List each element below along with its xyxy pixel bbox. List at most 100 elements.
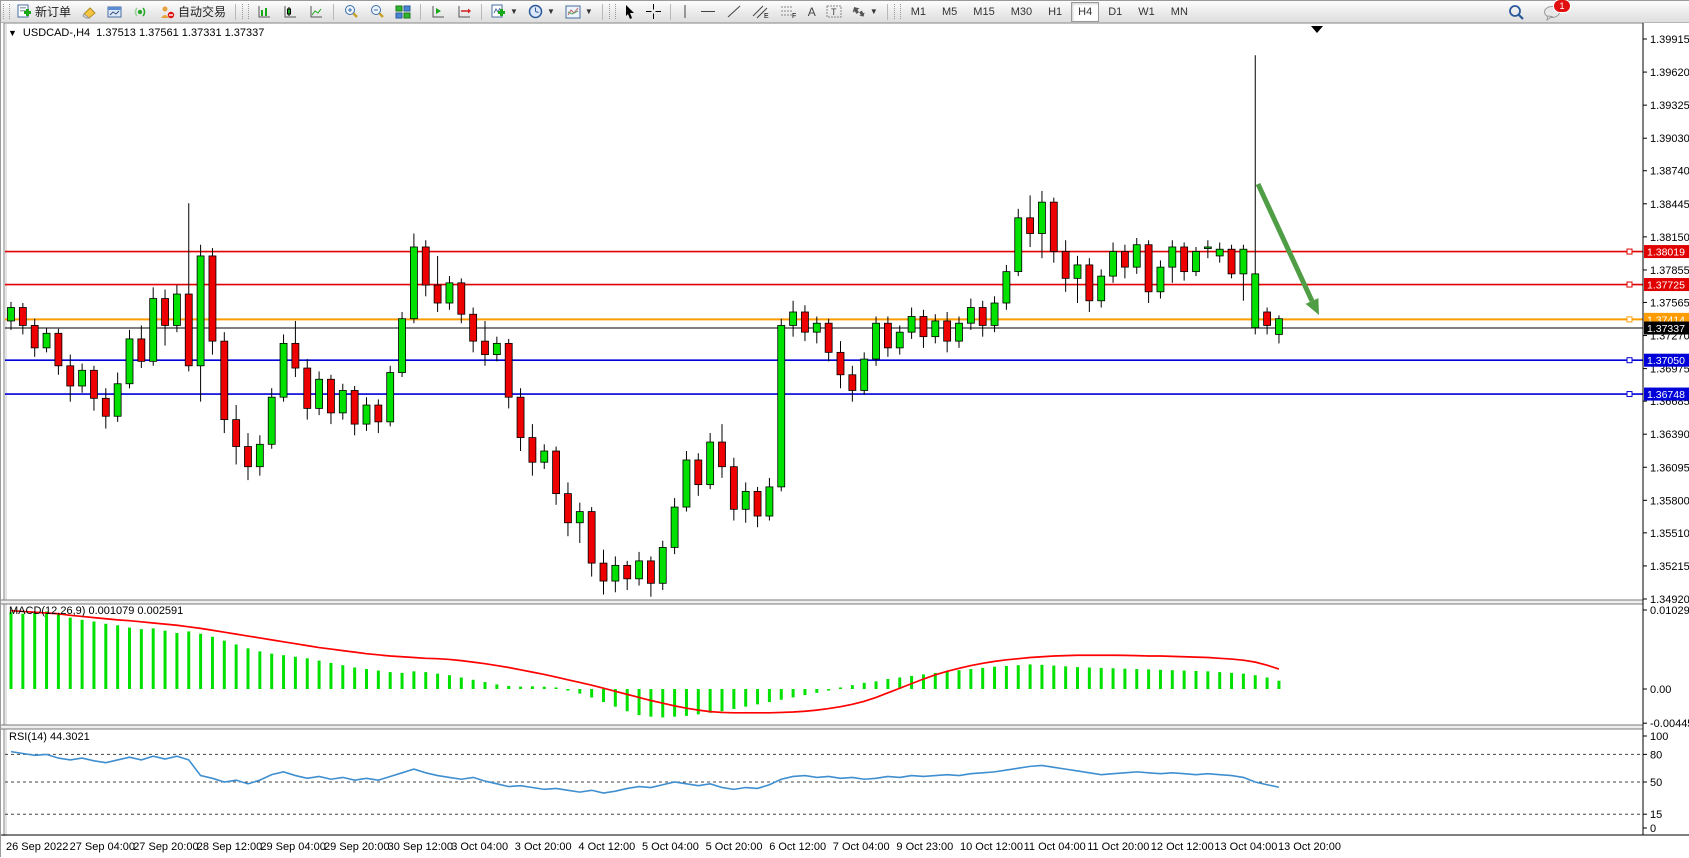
main-toolbar: 新订单 自动交易 [1, 1, 1689, 23]
search-button[interactable] [1503, 2, 1530, 23]
toolbar-grip[interactable] [609, 4, 616, 19]
candle-body [256, 444, 263, 466]
cursor-tool-button[interactable] [618, 1, 641, 22]
new-order-button[interactable]: 新订单 [12, 1, 76, 22]
horizontal-line-tool-button[interactable] [695, 1, 721, 22]
toolbar-grip[interactable] [894, 4, 901, 19]
cursor-icon [623, 4, 636, 19]
candle-body [801, 312, 808, 332]
indicators-button[interactable]: ▼ [486, 1, 523, 22]
symbol-ohlc-values: 1.37513 1.37561 1.37331 1.37337 [96, 27, 264, 39]
eraser-button[interactable] [76, 1, 102, 22]
auto-scroll-button[interactable] [451, 1, 477, 22]
candle-body [399, 319, 406, 373]
chart-template-button[interactable]: ▼ [560, 1, 598, 22]
tile-windows-button[interactable] [390, 1, 416, 22]
candle-body [292, 343, 299, 368]
text-tool-button[interactable]: A [803, 1, 821, 22]
zoom-in-button[interactable] [338, 1, 364, 22]
candle-body [671, 507, 678, 547]
line-handle [1627, 358, 1632, 363]
time-tick-label: 29 Sep 04:00 [260, 841, 325, 853]
symbol-name: USDCAD-,H4 [23, 27, 90, 39]
price-tick-label: 1.39620 [1650, 67, 1689, 79]
chart-canvas[interactable]: 1.399151.396201.393251.390301.387401.384… [1, 1, 1689, 858]
line-chart-button[interactable] [303, 1, 329, 22]
candle-body [339, 390, 346, 412]
timeframe-button-H4[interactable]: H4 [1071, 2, 1099, 22]
time-tick-label: 27 Sep 20:00 [133, 841, 198, 853]
timeframe-button-M1[interactable]: M1 [904, 2, 933, 22]
zoom-out-icon [369, 4, 385, 19]
symbol-dropdown-icon[interactable]: ▼ [8, 28, 17, 38]
label-tool-button[interactable]: T [821, 1, 847, 22]
timeframe-button-W1[interactable]: W1 [1131, 2, 1162, 22]
time-tick-label: 13 Oct 20:00 [1278, 841, 1341, 853]
candle-body [446, 283, 453, 303]
price-label-1.37337: 1.37337 [1647, 323, 1685, 335]
price-tick-label: 1.37565 [1650, 297, 1689, 309]
candle-body [588, 512, 595, 564]
chart-shift-button[interactable] [425, 1, 451, 22]
candle-body [375, 405, 382, 422]
candle-body [896, 332, 903, 348]
timeframe-button-H1[interactable]: H1 [1041, 2, 1069, 22]
candle-body [849, 375, 856, 391]
timeframe-button-M5[interactable]: M5 [935, 2, 964, 22]
search-icon [1508, 4, 1525, 21]
rsi-tick-label: 100 [1650, 731, 1668, 743]
arrows-tool-button[interactable]: ▼ [847, 1, 883, 22]
line-chart-icon [308, 5, 324, 19]
auto-trading-icon [159, 5, 175, 19]
new-order-icon [17, 4, 32, 19]
macd-tick-label: -0.004453 [1650, 718, 1689, 730]
timeframe-group: M1M5M15M30H1H4D1W1MN [903, 2, 1196, 22]
broadcast-icon [133, 5, 149, 19]
timeframe-button-D1[interactable]: D1 [1101, 2, 1129, 22]
auto-trading-button[interactable]: 自动交易 [154, 1, 231, 22]
timeframe-button-MN[interactable]: MN [1164, 2, 1195, 22]
broadcast-button[interactable] [128, 1, 154, 22]
time-tick-label: 11 Oct 04:00 [1024, 841, 1086, 853]
time-tick-label: 3 Oct 04:00 [451, 841, 508, 853]
vertical-line-tool-button[interactable] [675, 1, 695, 22]
crosshair-tool-button[interactable] [641, 1, 666, 22]
candle-body [493, 343, 500, 354]
time-tick-label: 28 Sep 12:00 [197, 841, 262, 853]
candle-body [327, 379, 334, 413]
candle-body [1169, 247, 1176, 267]
candlestick-chart-icon [282, 5, 298, 19]
candle-body [1003, 272, 1010, 303]
candle-body [434, 285, 441, 303]
pane-separator[interactable] [1, 600, 1689, 604]
candle-body [410, 247, 417, 319]
time-tick-label: 6 Oct 12:00 [769, 841, 826, 853]
tile-windows-icon [395, 5, 411, 19]
arrows-icon [852, 4, 866, 19]
zoom-in-icon [343, 4, 359, 19]
timeframe-button-M15[interactable]: M15 [966, 2, 1001, 22]
toolbar-grip[interactable] [3, 4, 10, 19]
candlestick-chart-button[interactable] [277, 1, 303, 22]
price-tick-label: 1.35215 [1650, 561, 1689, 573]
line-handle [1627, 392, 1632, 397]
candle-body [363, 405, 370, 424]
notifications-button[interactable]: 1 [1538, 2, 1566, 23]
candle-body [778, 325, 785, 486]
periods-button[interactable]: ▼ [523, 1, 560, 22]
candle-body [861, 359, 868, 390]
trendline-tool-button[interactable] [721, 1, 747, 22]
pane-separator[interactable] [1, 725, 1689, 729]
candle-body [719, 442, 726, 467]
toolbar-right-icons: 1 [1503, 2, 1566, 23]
channel-tool-button[interactable]: E [747, 1, 775, 22]
toolbar-grip[interactable] [242, 4, 249, 19]
time-tick-label: 3 Oct 20:00 [515, 841, 572, 853]
zoom-out-button[interactable] [364, 1, 390, 22]
timeframe-button-M30[interactable]: M30 [1004, 2, 1039, 22]
bar-chart-button[interactable] [251, 1, 277, 22]
chart-background[interactable] [4, 23, 1689, 858]
chart-window-button[interactable] [102, 1, 128, 22]
fibonacci-tool-button[interactable]: F [775, 1, 803, 22]
candle-body [1204, 247, 1211, 249]
